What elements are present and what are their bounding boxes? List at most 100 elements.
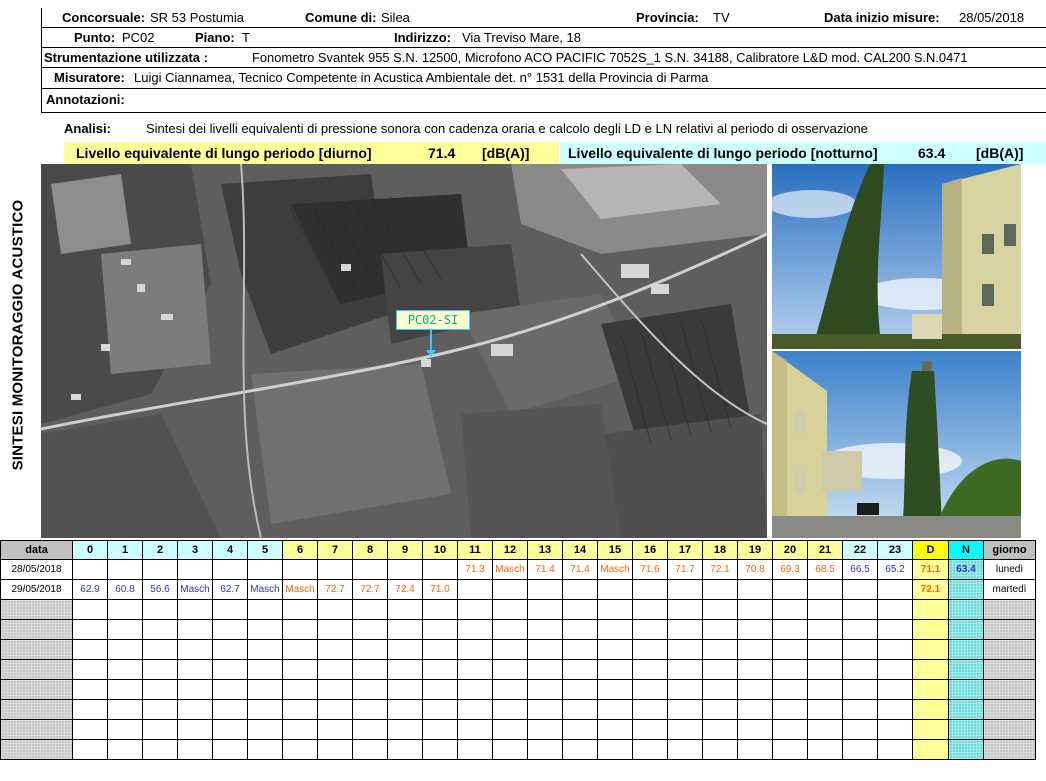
- empty-cell: [72, 639, 108, 660]
- row-weekday: lunedì: [983, 559, 1036, 580]
- hour-cell: 71.6: [632, 559, 668, 580]
- level-notturno-label: Livello equivalente di lungo periodo [no…: [568, 145, 878, 161]
- empty-cell: [983, 619, 1036, 640]
- empty-cell: [352, 639, 388, 660]
- empty-cell: [527, 679, 563, 700]
- column-header: 21: [807, 540, 843, 560]
- empty-cell: [492, 679, 528, 700]
- empty-cell: [0, 679, 73, 700]
- map-point-arrow: [426, 350, 436, 357]
- hour-cell: Masch: [282, 579, 318, 600]
- provincia-label: Provincia:: [636, 10, 699, 25]
- empty-cell: [807, 639, 843, 660]
- empty-cell: [877, 679, 913, 700]
- empty-cell: [317, 699, 353, 720]
- empty-cell: [142, 599, 178, 620]
- empty-cell: [492, 739, 528, 760]
- empty-cell: [177, 679, 213, 700]
- empty-cell: [317, 719, 353, 740]
- hour-cell: 56.6: [142, 579, 178, 600]
- hour-cell: 72.4: [387, 579, 423, 600]
- empty-cell: [422, 699, 458, 720]
- empty-cell: [597, 739, 633, 760]
- hour-cell: 70.8: [737, 559, 773, 580]
- indirizzo-value: Via Treviso Mare, 18: [462, 30, 581, 45]
- empty-cell: [632, 679, 668, 700]
- level-diurno-unit: [dB(A)]: [482, 145, 530, 161]
- empty-cell: [842, 739, 878, 760]
- empty-cell: [702, 599, 738, 620]
- level-diurno-value: 71.4: [428, 145, 456, 161]
- empty-cell: [737, 639, 773, 660]
- hour-cell: 71.4: [527, 559, 563, 580]
- map-point-label: PC02-SI: [396, 310, 470, 330]
- empty-cell: [247, 679, 283, 700]
- hour-cell: [142, 559, 178, 580]
- empty-cell: [282, 739, 318, 760]
- empty-cell: [107, 719, 143, 740]
- empty-cell: [212, 679, 248, 700]
- hour-cell: 62.7: [212, 579, 248, 600]
- site-photo-2: [772, 351, 1021, 538]
- empty-cell: [177, 719, 213, 740]
- empty-cell: [842, 639, 878, 660]
- hour-cell: [877, 579, 913, 600]
- empty-cell: [177, 739, 213, 760]
- piano-value: T: [242, 30, 250, 45]
- empty-cell: [317, 739, 353, 760]
- concorsuale-value: SR 53 Postumia: [150, 10, 244, 25]
- empty-cell: [212, 659, 248, 680]
- hour-cell: 69.3: [772, 559, 808, 580]
- empty-cell: [807, 679, 843, 700]
- empty-cell: [282, 699, 318, 720]
- comune-value: Silea: [381, 10, 410, 25]
- hourly-levels-table: data 0 1 2 3 4 5 6 7 8 9 10 11 12 13 14 15 16 17 18 19 20 21 22…: [0, 540, 1036, 760]
- empty-cell: [247, 599, 283, 620]
- empty-cell: [772, 699, 808, 720]
- empty-cell: [317, 599, 353, 620]
- empty-cell: [983, 599, 1036, 620]
- column-header: 5: [247, 540, 283, 560]
- empty-cell: [142, 639, 178, 660]
- empty-cell: [983, 639, 1036, 660]
- empty-cell: [317, 619, 353, 640]
- empty-cell: [983, 659, 1036, 680]
- table-row-empty: [0, 639, 1036, 660]
- empty-cell: [667, 599, 703, 620]
- empty-cell: [457, 659, 493, 680]
- empty-cell: [702, 739, 738, 760]
- data-inizio-value: 28/05/2018: [959, 10, 1025, 25]
- empty-cell: [912, 619, 949, 640]
- empty-cell: [317, 659, 353, 680]
- empty-cell: [772, 719, 808, 740]
- hour-cell: [72, 559, 108, 580]
- header-row-2: Punto: PC02 Piano: T Indirizzo: Via Trev…: [41, 28, 1046, 48]
- column-header: 20: [772, 540, 808, 560]
- empty-cell: [702, 639, 738, 660]
- empty-cell: [632, 699, 668, 720]
- empty-cell: [492, 659, 528, 680]
- empty-cell: [527, 719, 563, 740]
- empty-cell: [562, 679, 598, 700]
- hour-cell: 60.8: [107, 579, 143, 600]
- empty-cell: [772, 639, 808, 660]
- empty-cell: [72, 719, 108, 740]
- empty-cell: [387, 599, 423, 620]
- empty-cell: [912, 639, 949, 660]
- hour-cell: 62.9: [72, 579, 108, 600]
- empty-cell: [0, 699, 73, 720]
- empty-cell: [457, 739, 493, 760]
- empty-cell: [72, 679, 108, 700]
- level-diurno: Livello equivalente di lungo periodo [di…: [64, 142, 559, 164]
- empty-cell: [107, 619, 143, 640]
- empty-cell: [527, 659, 563, 680]
- hour-cell: [387, 559, 423, 580]
- empty-cell: [702, 719, 738, 740]
- empty-cell: [387, 719, 423, 740]
- empty-cell: [212, 719, 248, 740]
- column-header: D: [912, 540, 949, 560]
- empty-cell: [422, 679, 458, 700]
- empty-cell: [317, 639, 353, 660]
- empty-cell: [107, 639, 143, 660]
- empty-cell: [422, 739, 458, 760]
